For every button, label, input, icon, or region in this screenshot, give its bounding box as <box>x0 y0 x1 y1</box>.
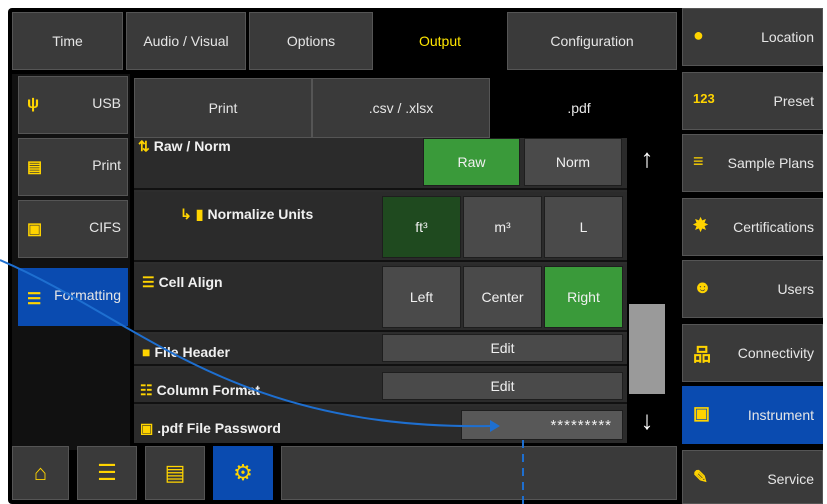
left-nav-print[interactable]: ▤ Print <box>18 138 128 196</box>
subtab-print[interactable]: Print <box>134 78 312 138</box>
tab-time[interactable]: Time <box>12 12 123 70</box>
instrument-icon: ▣ <box>693 403 711 423</box>
gear-icon[interactable]: ⚙ <box>213 446 273 500</box>
right-nav: ● Location 123 Preset ≡ Sample Plans ✸ C… <box>682 8 823 504</box>
right-nav-label: Connectivity <box>737 345 814 361</box>
setting-label: ↳ ▮ Normalize Units <box>180 206 314 222</box>
align-icon: ☰ <box>142 274 155 290</box>
scrollbar: ↑ ↓ <box>627 138 667 443</box>
list-icon[interactable]: ☰ <box>77 446 137 500</box>
file-header-edit-button[interactable]: Edit <box>382 334 623 362</box>
right-nav-label: Certifications <box>733 219 814 235</box>
left-nav-cifs[interactable]: ▣ CIFS <box>18 200 128 258</box>
top-tab-bar: Time Audio / Visual Options Output Confi… <box>12 12 677 70</box>
pdf-file-icon: ▣ <box>140 420 154 436</box>
align-center-button[interactable]: Center <box>463 266 542 328</box>
right-nav-label: Sample Plans <box>727 155 814 171</box>
left-nav-label: Formatting <box>54 287 121 303</box>
norm-button[interactable]: Norm <box>524 138 622 186</box>
right-nav-service[interactable]: ✎ Service <box>682 450 823 504</box>
left-nav-formatting[interactable]: ☰ Formatting <box>18 268 128 326</box>
right-nav-instrument[interactable]: ▣ Instrument <box>682 386 823 444</box>
setting-row-raw-norm: ⇅ Raw / Norm Raw Norm <box>134 138 627 190</box>
network-icon: 品 <box>693 345 711 365</box>
scroll-down-icon[interactable]: ↓ <box>627 400 667 440</box>
raw-button[interactable]: Raw <box>423 138 520 186</box>
right-nav-label: Instrument <box>747 407 814 423</box>
right-nav-location[interactable]: ● Location <box>682 8 823 66</box>
scroll-thumb[interactable] <box>629 304 665 394</box>
setting-label: ■ File Header <box>142 344 230 360</box>
unit-m3-button[interactable]: m³ <box>463 196 542 258</box>
right-nav-label: Users <box>777 281 814 297</box>
printer-icon: ▤ <box>27 159 43 176</box>
sort-icon: ⇅ <box>138 138 150 154</box>
screenshot: Time Audio / Visual Options Output Confi… <box>0 0 827 504</box>
columns-icon: ☷ <box>140 382 153 398</box>
right-nav-connectivity[interactable]: 品 Connectivity <box>682 324 823 382</box>
preset-123-icon: 123 <box>693 91 715 106</box>
bottom-bar: ⌂ ☰ ▤ ⚙ <box>12 446 677 500</box>
left-nav-usb[interactable]: ψ USB <box>18 76 128 134</box>
network-folder-icon: ▣ <box>27 221 43 238</box>
left-nav-label: CIFS <box>89 219 121 235</box>
setting-label: ☷ Column Format <box>140 382 261 398</box>
column-format-edit-button[interactable]: Edit <box>382 372 623 400</box>
right-nav-label: Service <box>767 471 814 487</box>
setting-row-column-format: ☷ Column Format Edit <box>134 368 627 404</box>
right-nav-label: Preset <box>773 93 814 109</box>
scroll-up-icon[interactable]: ↑ <box>627 138 667 178</box>
usb-icon: ψ <box>27 95 40 112</box>
output-subtab-bar: Print .csv / .xlsx .pdf <box>134 78 668 138</box>
left-nav: ψ USB ▤ Print ▣ CIFS ☰ Formatting <box>12 74 130 450</box>
wrench-icon: ✎ <box>693 467 709 487</box>
home-icon[interactable]: ⌂ <box>12 446 69 500</box>
document-icon[interactable]: ▤ <box>145 446 205 500</box>
tab-configuration[interactable]: Configuration <box>507 12 677 70</box>
subtab-pdf[interactable]: .pdf <box>490 78 668 138</box>
left-nav-label: USB <box>92 95 121 111</box>
right-nav-label: Location <box>761 29 814 45</box>
align-left-button[interactable]: Left <box>382 266 461 328</box>
right-nav-certifications[interactable]: ✸ Certifications <box>682 198 823 256</box>
bottom-bar-spacer <box>281 446 677 500</box>
folder-icon: ■ <box>142 344 151 360</box>
beaker-icon: ▮ <box>195 206 204 222</box>
right-nav-users[interactable]: ☻ Users <box>682 260 823 318</box>
setting-label: ▣ .pdf File Password <box>140 420 281 436</box>
pdf-password-field[interactable]: ********* <box>461 410 623 440</box>
right-nav-preset[interactable]: 123 Preset <box>682 72 823 130</box>
tab-output[interactable]: Output <box>376 12 504 70</box>
formatting-list-icon: ☰ <box>27 291 42 308</box>
right-nav-sample-plans[interactable]: ≡ Sample Plans <box>682 134 823 192</box>
settings-panel: ⇅ Raw / Norm Raw Norm ↳ ▮ Normalize Units f… <box>134 138 627 443</box>
tab-audio-visual[interactable]: Audio / Visual <box>126 12 246 70</box>
setting-row-pdf-password: ▣ .pdf File Password ********* <box>134 406 627 443</box>
setting-row-normalize-units: ↳ ▮ Normalize Units ft³ m³ L <box>134 192 627 262</box>
left-nav-label: Print <box>92 157 121 173</box>
unit-ft3-button[interactable]: ft³ <box>382 196 461 258</box>
setting-label: ☰ Cell Align <box>142 274 223 290</box>
unit-l-button[interactable]: L <box>544 196 623 258</box>
setting-row-cell-align: ☰ Cell Align Left Center Right <box>134 264 627 332</box>
users-icon: ☻ <box>693 277 712 297</box>
setting-row-file-header: ■ File Header Edit <box>134 334 627 366</box>
certificate-icon: ✸ <box>693 215 709 235</box>
align-right-button[interactable]: Right <box>544 266 623 328</box>
sample-plans-icon: ≡ <box>693 151 704 171</box>
subtab-csv-xlsx[interactable]: .csv / .xlsx <box>312 78 490 138</box>
setting-label: ⇅ Raw / Norm <box>138 138 231 154</box>
sub-arrow-icon: ↳ <box>180 206 192 222</box>
location-pin-icon: ● <box>693 25 704 45</box>
tab-options[interactable]: Options <box>249 12 373 70</box>
